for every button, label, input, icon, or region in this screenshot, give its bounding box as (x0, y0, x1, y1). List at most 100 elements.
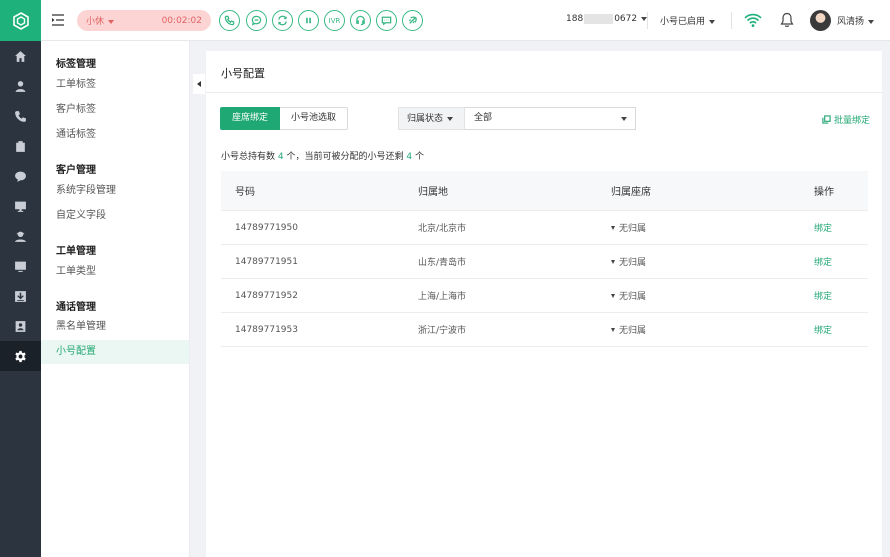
pause-icon (306, 17, 311, 24)
call-button[interactable] (219, 10, 240, 31)
app-logo-icon[interactable] (0, 0, 41, 41)
dashboard-icon[interactable] (0, 251, 41, 281)
chevron-down-icon (709, 19, 716, 24)
icon-rail (0, 0, 41, 557)
table-row: 14789771952 上海/上海市 无归属 绑定 (221, 279, 868, 313)
sidebar-item-ticket-tags[interactable]: 工单标签 (41, 73, 189, 97)
column-header-location: 归属地 (418, 187, 448, 198)
table-row: 14789771953 浙江/宁波市 无归属 绑定 (221, 313, 868, 347)
column-header-number: 号码 (235, 187, 255, 198)
chat-icon[interactable] (0, 161, 41, 191)
chat-bubble-icon (251, 15, 262, 26)
sub-number-status-select[interactable]: 小号已启用 (660, 14, 716, 27)
avatar[interactable] (810, 10, 831, 31)
tab-agent-binding[interactable]: 座席绑定 (220, 107, 281, 130)
settings-sidebar: 标签管理 工单标签 客户标签 通话标签 客户管理 系统字段管理 自定义字段 工单… (41, 41, 190, 557)
sidebar-item-call-tags[interactable]: 通话标签 (41, 123, 189, 147)
caret-down-icon (611, 225, 615, 230)
filter-status-select[interactable]: 归属状态 (398, 107, 465, 130)
phone-icon (224, 15, 235, 26)
user-menu[interactable]: 风清扬 (837, 14, 875, 27)
table-row: 14789771951 山东/青岛市 无归属 绑定 (221, 245, 868, 279)
hold-button[interactable] (298, 10, 319, 31)
copy-icon (822, 115, 831, 124)
masked-digits (584, 14, 614, 24)
hangup-icon (408, 16, 417, 24)
chevron-down-icon (108, 19, 115, 24)
user-icon[interactable] (0, 71, 41, 101)
sidebar-item-customer-tags[interactable]: 客户标签 (41, 98, 189, 122)
caret-down-icon (611, 259, 615, 264)
divider (731, 12, 732, 29)
agent-select[interactable]: 无归属 (611, 245, 646, 278)
headset-icon (356, 15, 365, 26)
bind-link[interactable]: 绑定 (814, 279, 832, 312)
chevron-left-icon (197, 81, 201, 87)
agent-icon[interactable] (0, 221, 41, 251)
bind-link[interactable]: 绑定 (814, 313, 832, 346)
message-icon (381, 16, 392, 26)
top-bar: 小休 00:02:02 IVR 188 0672 小号已启用 风清扬 (41, 0, 890, 41)
home-icon[interactable] (0, 41, 41, 71)
sms-button[interactable] (376, 10, 397, 31)
agent-select[interactable]: 无归属 (611, 211, 646, 244)
cell-number: 14789771950 (235, 222, 298, 233)
sidebar-group-title: 标签管理 (56, 59, 96, 70)
bind-link[interactable]: 绑定 (814, 211, 832, 244)
cell-number: 14789771951 (235, 256, 298, 267)
collapse-sidebar-button[interactable] (193, 74, 205, 94)
status-timer: 00:02:02 (161, 15, 202, 26)
monitor-icon[interactable] (0, 191, 41, 221)
caret-down-icon (611, 293, 615, 298)
batch-bind-button[interactable]: 批量绑定 (822, 113, 870, 126)
table-header: 号码 归属地 归属座席 操作 (221, 171, 868, 211)
caller-number-select[interactable]: 188 0672 (566, 14, 648, 24)
divider (647, 12, 648, 29)
main-panel: 小号配置 座席绑定 小号池选取 归属状态 全部 批量绑定 小号总持有数 4 个，… (206, 51, 882, 557)
chevron-down-icon (868, 19, 875, 24)
download-icon[interactable] (0, 281, 41, 311)
ivr-button[interactable]: IVR (324, 10, 345, 31)
tab-number-pool[interactable]: 小号池选取 (280, 107, 349, 130)
divider (206, 92, 882, 93)
sidebar-group-title: 客户管理 (56, 165, 96, 176)
cell-location: 上海/上海市 (418, 292, 467, 302)
sidebar-item-ticket-types[interactable]: 工单类型 (41, 260, 189, 284)
wifi-icon (744, 13, 762, 27)
sidebar-item-sub-number-config[interactable]: 小号配置 (41, 340, 189, 364)
agent-select[interactable]: 无归属 (611, 313, 646, 346)
caret-down-icon (611, 327, 615, 332)
transfer-button[interactable] (272, 10, 293, 31)
headset-button[interactable] (350, 10, 371, 31)
sidebar-item-blacklist[interactable]: 黑名单管理 (41, 315, 189, 339)
pool-summary: 小号总持有数 4 个，当前可被分配的小号还剩 4 个 (221, 152, 425, 162)
column-header-action: 操作 (814, 187, 834, 198)
cell-location: 浙江/宁波市 (418, 326, 467, 336)
phone-icon[interactable] (0, 101, 41, 131)
chevron-down-icon (621, 117, 627, 121)
agent-select[interactable]: 无归属 (611, 279, 646, 312)
cell-number: 14789771953 (235, 324, 298, 335)
bell-icon[interactable] (780, 12, 794, 28)
agent-status-pill[interactable]: 小休 00:02:02 (77, 10, 211, 31)
consult-button[interactable] (246, 10, 267, 31)
filter-value-select[interactable]: 全部 (465, 107, 636, 130)
menu-toggle-icon[interactable] (51, 13, 65, 27)
cell-location: 北京/北京市 (418, 224, 467, 234)
sidebar-group-title: 工单管理 (56, 246, 96, 257)
settings-icon[interactable] (0, 341, 41, 371)
hangup-button[interactable] (402, 10, 423, 31)
bind-link[interactable]: 绑定 (814, 245, 832, 278)
sub-number-table: 号码 归属地 归属座席 操作 14789771950 北京/北京市 无归属 绑定… (221, 171, 868, 347)
clipboard-icon[interactable] (0, 131, 41, 161)
sidebar-item-system-fields[interactable]: 系统字段管理 (41, 179, 189, 203)
cell-number: 14789771952 (235, 290, 298, 301)
chevron-down-icon (447, 116, 454, 121)
sidebar-item-custom-fields[interactable]: 自定义字段 (41, 204, 189, 228)
page-title: 小号配置 (221, 67, 265, 80)
transfer-icon (278, 15, 287, 26)
sidebar-group-title: 通话管理 (56, 302, 96, 313)
agent-status-label[interactable]: 小休 (86, 14, 115, 27)
column-header-agent: 归属座席 (611, 187, 651, 198)
contact-card-icon[interactable] (0, 311, 41, 341)
